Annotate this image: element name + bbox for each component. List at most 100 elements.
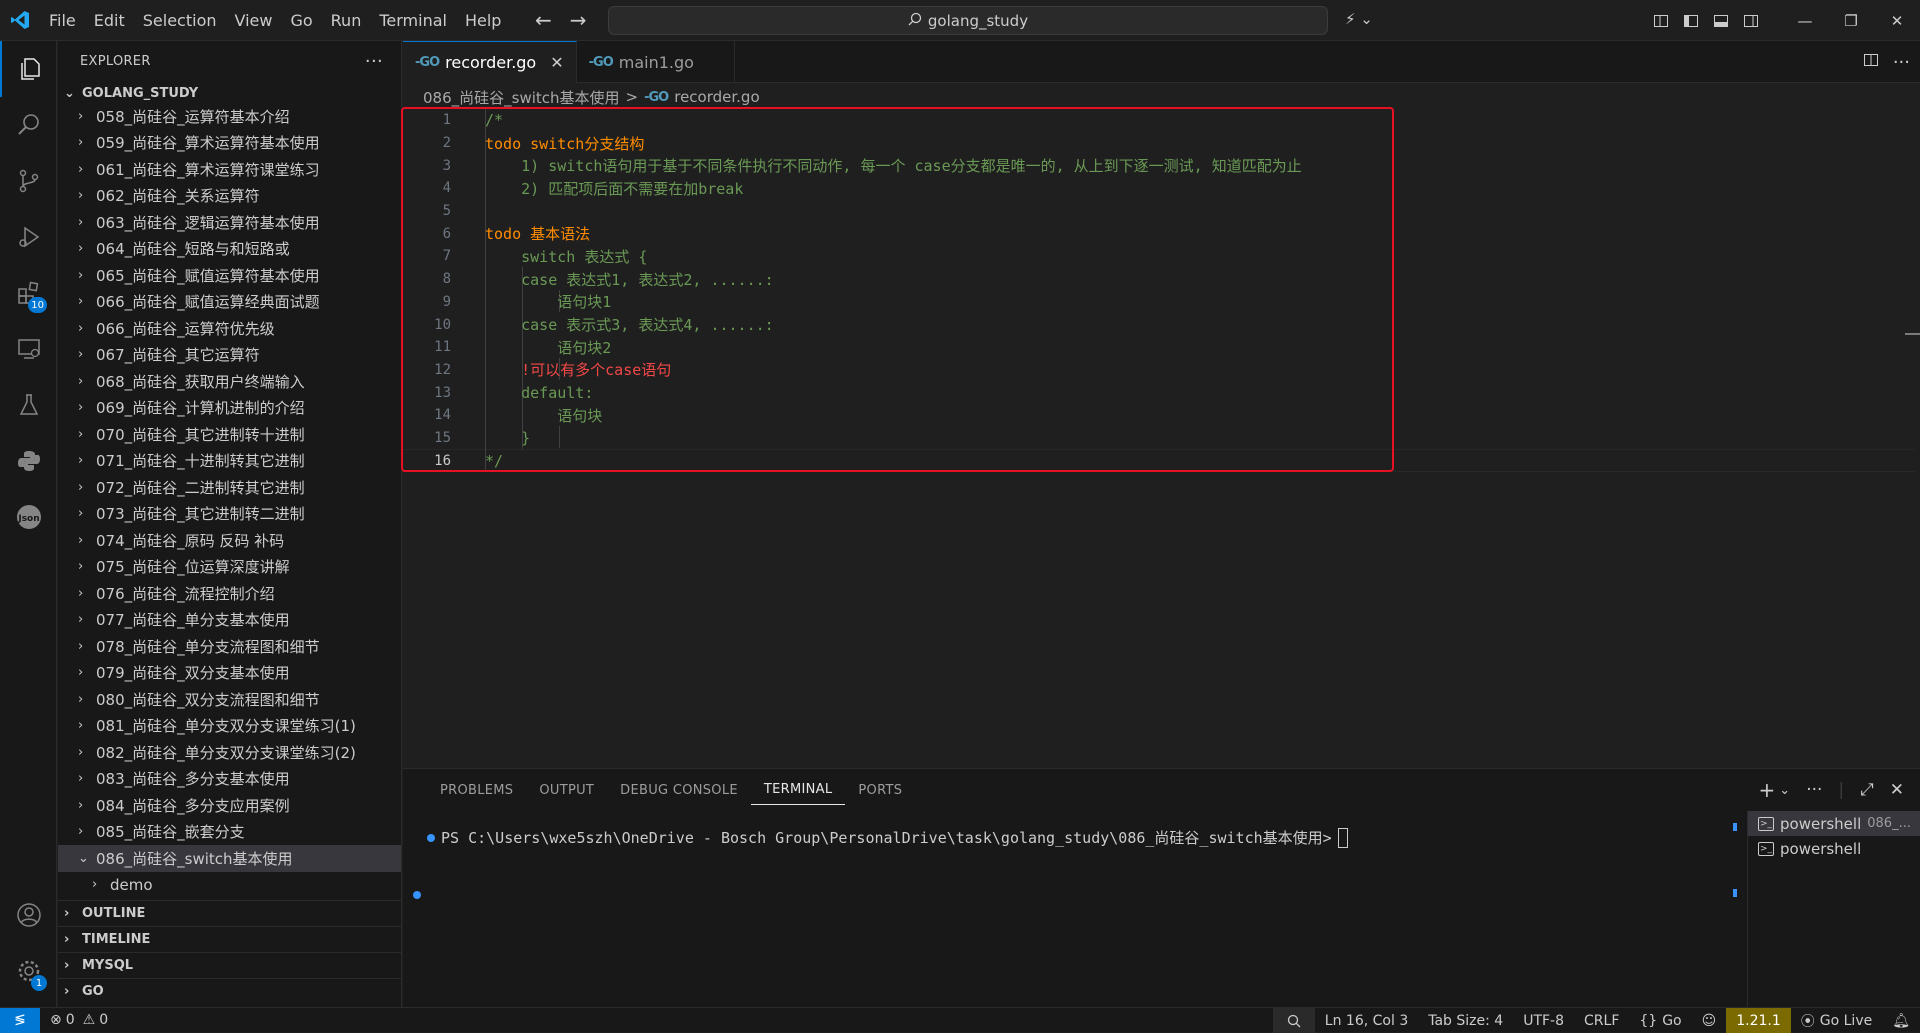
go-version[interactable]: 1.21.1 [1726, 1008, 1791, 1033]
scrollbar-marker[interactable] [1905, 333, 1920, 335]
accounts-icon[interactable] [0, 887, 57, 943]
toggle-secondary-sidebar-icon[interactable] [1736, 0, 1766, 41]
folder-item[interactable]: › 076_尚硅谷_流程控制介绍 [58, 580, 401, 607]
folder-item[interactable]: › 058_尚硅谷_运算符基本介绍 [58, 103, 401, 130]
back-arrow-icon[interactable]: ← [535, 8, 552, 32]
cursor-position[interactable]: Ln 16, Col 3 [1315, 1008, 1418, 1033]
menu-edit[interactable]: Edit [85, 0, 134, 41]
terminal-output[interactable]: PS C:\Users\wxe5szh\OneDrive - Bosch Gro… [403, 811, 1743, 1007]
testing-icon[interactable] [0, 377, 57, 433]
toggle-primary-sidebar-icon[interactable] [1676, 0, 1706, 41]
folder-item-selected[interactable]: ⌄ 086_尚硅谷_switch基本使用 [58, 845, 401, 872]
manage-gear-icon[interactable]: 1 [0, 943, 57, 999]
tab-recorder-go[interactable]: -GO recorder.go ✕ [403, 41, 577, 83]
more-actions-icon[interactable]: ··· [1806, 780, 1822, 800]
folder-item[interactable]: › 065_尚硅谷_赋值运算符基本使用 [58, 262, 401, 289]
extensions-icon[interactable]: 10 [0, 265, 57, 321]
menu-help[interactable]: Help [456, 0, 510, 41]
remote-explorer-icon[interactable] [0, 321, 57, 377]
split-editor-icon[interactable] [1863, 52, 1879, 72]
folder-item[interactable]: › 083_尚硅谷_多分支基本使用 [58, 766, 401, 793]
folder-item[interactable]: › 085_尚硅谷_嵌套分支 [58, 819, 401, 846]
copilot-icon[interactable]: ⚡ ⌄ [1345, 10, 1373, 28]
tab-output[interactable]: OUTPUT [526, 769, 607, 811]
problems-indicator[interactable]: ⊗ 0 ⚠ 0 [40, 1012, 108, 1028]
folder-item[interactable]: › 069_尚硅谷_计算机进制的介绍 [58, 395, 401, 422]
tab-debug-console[interactable]: DEBUG CONSOLE [607, 769, 751, 811]
copilot-status-icon[interactable]: ☺ [1692, 1008, 1727, 1033]
end-of-line[interactable]: CRLF [1574, 1008, 1629, 1033]
folder-item[interactable]: › 064_尚硅谷_短路与和短路或 [58, 236, 401, 263]
explorer-icon[interactable] [0, 41, 57, 97]
encoding[interactable]: UTF-8 [1513, 1008, 1574, 1033]
folder-item[interactable]: › 072_尚硅谷_二进制转其它进制 [58, 474, 401, 501]
restore-icon[interactable]: ❐ [1828, 0, 1874, 41]
tab-problems[interactable]: PROBLEMS [427, 769, 526, 811]
folder-item[interactable]: › 084_尚硅谷_多分支应用案例 [58, 792, 401, 819]
maximize-panel-icon[interactable]: ⤢ [1860, 780, 1874, 800]
forward-arrow-icon[interactable]: → [570, 8, 587, 32]
folder-item[interactable]: › 066_尚硅谷_运算符优先级 [58, 315, 401, 342]
more-actions-icon[interactable]: ··· [365, 51, 383, 72]
mysql-section[interactable]: › MYSQL [58, 952, 402, 978]
go-live[interactable]: ⦿ Go Live [1791, 1008, 1882, 1033]
folder-item[interactable]: › 074_尚硅谷_原码 反码 补码 [58, 527, 401, 554]
run-debug-icon[interactable] [0, 209, 57, 265]
menu-selection[interactable]: Selection [134, 0, 226, 41]
folder-item[interactable]: › 063_尚硅谷_逻辑运算符基本使用 [58, 209, 401, 236]
tab-main1-go[interactable]: -GO main1.go [577, 41, 735, 83]
folder-item[interactable]: › 075_尚硅谷_位运算深度讲解 [58, 554, 401, 581]
new-terminal-icon[interactable]: + [1759, 778, 1776, 802]
code-editor[interactable]: 1/* 2 todo switch分支结构 3 1) switch语句用于基于不同… [403, 109, 1920, 769]
folder-item[interactable]: › 067_尚硅谷_其它运算符 [58, 342, 401, 369]
folder-item[interactable]: › 061_尚硅谷_算术运算符课堂练习 [58, 156, 401, 183]
close-panel-icon[interactable]: ✕ [1890, 780, 1904, 800]
folder-item[interactable]: › 066_尚硅谷_赋值运算经典面试题 [58, 289, 401, 316]
zoom-icon[interactable] [1272, 1008, 1315, 1033]
outline-section[interactable]: › OUTLINE [58, 900, 402, 926]
menu-go[interactable]: Go [281, 0, 321, 41]
language-mode[interactable]: {} Go [1629, 1008, 1691, 1033]
remote-indicator-icon[interactable]: ≶ [0, 1007, 40, 1033]
timeline-section[interactable]: › TIMELINE [58, 926, 402, 952]
folder-item[interactable]: › 080_尚硅谷_双分支流程图和细节 [58, 686, 401, 713]
terminal-instance[interactable]: >_ powershell [1748, 836, 1920, 861]
breadcrumb-file[interactable]: recorder.go [674, 88, 759, 106]
breadcrumb-folder[interactable]: 086_尚硅谷_switch基本使用 [423, 87, 620, 108]
close-icon[interactable]: ✕ [550, 53, 563, 72]
close-window-icon[interactable]: ✕ [1874, 0, 1920, 41]
menu-view[interactable]: View [226, 0, 282, 41]
folder-item[interactable]: › 059_尚硅谷_算术运算符基本使用 [58, 130, 401, 157]
folder-item[interactable]: › 082_尚硅谷_单分支双分支课堂练习(2) [58, 739, 401, 766]
source-control-icon[interactable] [0, 153, 57, 209]
tab-terminal[interactable]: TERMINAL [750, 775, 846, 805]
menu-file[interactable]: File [40, 0, 85, 41]
tab-size[interactable]: Tab Size: 4 [1418, 1008, 1513, 1033]
json-icon[interactable]: Json [0, 489, 57, 545]
notifications-bell-icon[interactable]: 🔔︎ [1882, 1008, 1920, 1033]
search-activity-icon[interactable] [0, 97, 57, 153]
folder-item[interactable]: › 079_尚硅谷_双分支基本使用 [58, 660, 401, 687]
menu-run[interactable]: Run [322, 0, 371, 41]
folder-item[interactable]: › 078_尚硅谷_单分支流程图和细节 [58, 633, 401, 660]
folder-item[interactable]: › 071_尚硅谷_十进制转其它进制 [58, 448, 401, 475]
terminal-instance[interactable]: >_ powershell 086_... [1748, 811, 1920, 836]
folder-item[interactable]: › 073_尚硅谷_其它进制转二进制 [58, 501, 401, 528]
minimize-icon[interactable]: — [1782, 0, 1828, 41]
menu-terminal[interactable]: Terminal [370, 0, 456, 41]
folder-item[interactable]: › 068_尚硅谷_获取用户终端输入 [58, 368, 401, 395]
workspace-root[interactable]: ⌄ GOLANG_STUDY [58, 82, 401, 104]
toggle-panel-icon[interactable] [1706, 0, 1736, 41]
folder-item[interactable]: › 062_尚硅谷_关系运算符 [58, 183, 401, 210]
more-actions-icon[interactable]: ··· [1893, 52, 1910, 73]
folder-item[interactable]: › 081_尚硅谷_单分支双分支课堂练习(1) [58, 713, 401, 740]
folder-item[interactable]: › 077_尚硅谷_单分支基本使用 [58, 607, 401, 634]
customize-layout-icon[interactable] [1646, 0, 1676, 41]
command-center-search[interactable]: golang_study [608, 6, 1328, 35]
folder-item[interactable]: › 070_尚硅谷_其它进制转十进制 [58, 421, 401, 448]
python-icon[interactable] [0, 433, 57, 489]
go-section[interactable]: › GO [58, 978, 402, 1004]
tab-ports[interactable]: PORTS [845, 769, 915, 811]
folder-item-demo[interactable]: › demo [58, 872, 401, 899]
chevron-down-icon[interactable]: ⌄ [1779, 783, 1790, 798]
